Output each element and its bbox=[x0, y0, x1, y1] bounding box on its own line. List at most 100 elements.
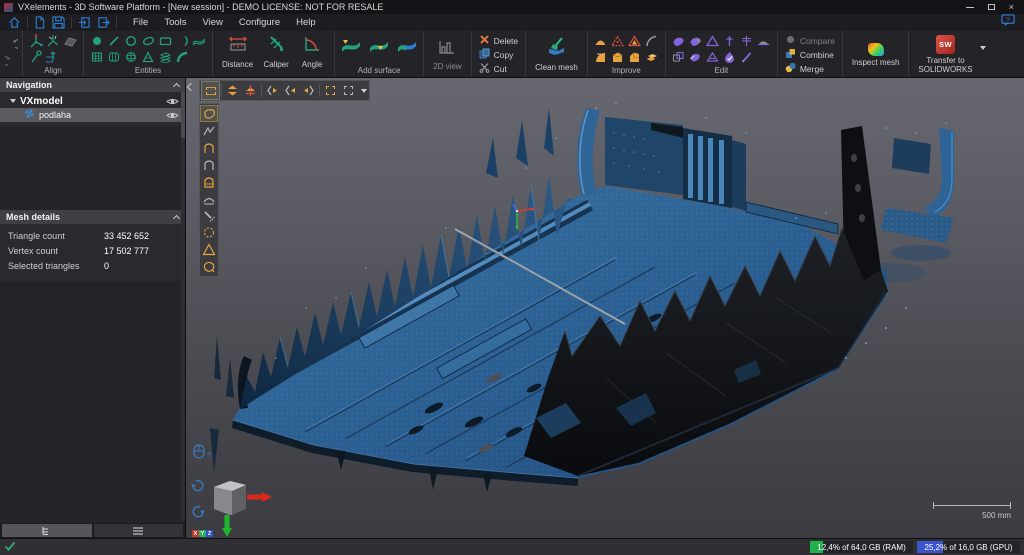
chat-help-icon[interactable]: ? bbox=[1001, 14, 1016, 32]
entity-plane-grid-icon[interactable] bbox=[89, 49, 105, 64]
selection-mode-alt-icon[interactable] bbox=[340, 82, 357, 99]
entity-slot-grid-icon[interactable] bbox=[106, 49, 122, 64]
inspect-mesh-button[interactable]: Inspect mesh bbox=[848, 41, 904, 69]
entity-cone-icon[interactable] bbox=[140, 49, 156, 64]
grow-selection-icon[interactable] bbox=[264, 82, 281, 99]
add-surface-resume-icon[interactable] bbox=[396, 37, 418, 59]
brush-selection-icon[interactable] bbox=[201, 208, 217, 223]
add-surface-manual-icon[interactable] bbox=[368, 37, 390, 59]
edit-align-axis-icon[interactable] bbox=[739, 33, 755, 48]
tree-view-toggle[interactable] bbox=[2, 524, 92, 537]
mesh-details-panel-header[interactable]: Mesh details bbox=[0, 210, 185, 224]
entity-ellipse-icon[interactable] bbox=[140, 33, 156, 48]
3d-viewport[interactable]: ? bbox=[186, 78, 1024, 538]
clean-mesh-button[interactable]: Clean mesh bbox=[531, 35, 582, 74]
entity-arc-icon[interactable] bbox=[174, 33, 190, 48]
polyline-selection-icon[interactable] bbox=[201, 123, 217, 138]
edit-plane-cut-icon[interactable] bbox=[722, 33, 738, 48]
edit-pen-icon[interactable] bbox=[739, 49, 755, 64]
edit-validate-icon[interactable] bbox=[722, 49, 738, 64]
select-through-icon[interactable] bbox=[224, 82, 241, 99]
improve-smooth-icon[interactable] bbox=[644, 49, 660, 64]
entity-sphere-icon[interactable] bbox=[123, 49, 139, 64]
collapse-navigation-icon[interactable] bbox=[173, 82, 180, 89]
boundary-selection-icon[interactable] bbox=[201, 191, 217, 206]
improve-patch-icon[interactable] bbox=[610, 49, 626, 64]
plane-selection-icon[interactable] bbox=[201, 174, 217, 189]
transfer-solidworks-button[interactable]: SW Transfer toSOLIDWORKS bbox=[914, 33, 976, 76]
align-plane-icon[interactable] bbox=[62, 33, 78, 48]
caliper-button[interactable]: Caliper bbox=[259, 33, 293, 76]
list-view-toggle[interactable] bbox=[94, 524, 184, 537]
tree-item-podlaha[interactable]: podlaha bbox=[0, 108, 185, 122]
improve-boundary-icon[interactable] bbox=[644, 33, 660, 48]
view-navigation-aids: ? bbox=[190, 443, 280, 538]
edit-dome-icon[interactable] bbox=[756, 33, 772, 48]
3d-mesh-scan[interactable] bbox=[186, 78, 1024, 538]
align-entities-icon[interactable] bbox=[45, 33, 61, 48]
circle-selection-icon[interactable] bbox=[201, 225, 217, 240]
shrink-selection-icon[interactable] bbox=[282, 82, 299, 99]
navigation-panel-header[interactable]: Navigation bbox=[0, 78, 185, 92]
2d-view-button[interactable]: 2D view bbox=[429, 37, 465, 73]
selection-mode-icon[interactable] bbox=[322, 82, 339, 99]
new-session-icon[interactable] bbox=[34, 16, 46, 29]
improve-spikes-icon[interactable] bbox=[627, 33, 643, 48]
menu-tools[interactable]: Tools bbox=[164, 17, 186, 28]
menu-view[interactable]: View bbox=[203, 17, 223, 28]
edit-surface-partial-icon[interactable] bbox=[688, 33, 704, 48]
merge-button[interactable]: Merge bbox=[785, 62, 835, 75]
maximize-icon[interactable] bbox=[988, 4, 995, 10]
sidebar-scrollbar[interactable] bbox=[181, 92, 185, 521]
entity-line-icon[interactable] bbox=[106, 33, 122, 48]
redo-icon[interactable] bbox=[3, 55, 19, 70]
menu-configure[interactable]: Configure bbox=[239, 17, 280, 28]
edit-extract-icon[interactable] bbox=[688, 49, 704, 64]
triangle-selection-icon[interactable] bbox=[201, 242, 217, 257]
align-pin-icon[interactable] bbox=[28, 49, 44, 64]
edit-surface-icon[interactable] bbox=[671, 33, 687, 48]
align-origin-icon[interactable] bbox=[28, 33, 44, 48]
import-session-icon[interactable] bbox=[78, 16, 91, 29]
entity-planes-stack-icon[interactable] bbox=[157, 49, 173, 64]
improve-fill-partial-icon[interactable] bbox=[593, 49, 609, 64]
edit-triangle-icon[interactable] bbox=[705, 33, 721, 48]
select-visible-icon[interactable] bbox=[242, 82, 259, 99]
entity-point-icon[interactable] bbox=[89, 33, 105, 48]
entity-spline-icon[interactable] bbox=[191, 33, 207, 48]
visibility-eye-icon[interactable] bbox=[166, 111, 181, 120]
undo-icon[interactable] bbox=[3, 38, 19, 53]
edit-duplicate-icon[interactable] bbox=[671, 49, 687, 64]
expander-icon[interactable] bbox=[10, 99, 16, 103]
angle-button[interactable]: Angle bbox=[295, 33, 329, 76]
entity-circle-icon[interactable] bbox=[123, 33, 139, 48]
menu-file[interactable]: File bbox=[133, 17, 148, 28]
edit-group-label: Edit bbox=[714, 66, 728, 76]
improve-defect-triangles-icon[interactable] bbox=[610, 33, 626, 48]
export-session-icon[interactable] bbox=[97, 16, 110, 29]
close-icon[interactable]: × bbox=[1009, 3, 1014, 12]
freeform-selection-icon[interactable] bbox=[201, 106, 217, 121]
blob-selection-icon[interactable] bbox=[201, 259, 217, 274]
edit-decimate-icon[interactable] bbox=[705, 49, 721, 64]
add-surface-auto-icon[interactable] bbox=[340, 37, 362, 59]
backface-selection-icon[interactable] bbox=[201, 157, 217, 172]
cut-button[interactable]: Cut bbox=[479, 62, 519, 75]
collapse-mesh-details-icon[interactable] bbox=[173, 214, 180, 221]
entity-elbow-icon[interactable] bbox=[174, 49, 190, 64]
improve-fill-hole-icon[interactable] bbox=[593, 33, 609, 48]
save-session-icon[interactable] bbox=[52, 16, 65, 29]
entity-rectangle-icon[interactable] bbox=[157, 33, 173, 48]
visibility-eye-icon[interactable] bbox=[166, 97, 181, 106]
align-axis-plane-icon[interactable] bbox=[45, 49, 61, 64]
minimize-icon[interactable] bbox=[966, 7, 974, 8]
rectangle-selection-icon[interactable] bbox=[202, 82, 219, 99]
improve-patch2-icon[interactable] bbox=[627, 49, 643, 64]
transfer-dropdown-icon[interactable] bbox=[980, 46, 986, 50]
menu-help[interactable]: Help bbox=[296, 17, 316, 28]
distance-button[interactable]: Distance bbox=[218, 33, 257, 76]
connected-selection-icon[interactable] bbox=[201, 140, 217, 155]
next-selection-icon[interactable] bbox=[300, 82, 317, 99]
home-icon[interactable] bbox=[8, 16, 21, 29]
selection-dropdown-icon[interactable] bbox=[361, 89, 367, 93]
